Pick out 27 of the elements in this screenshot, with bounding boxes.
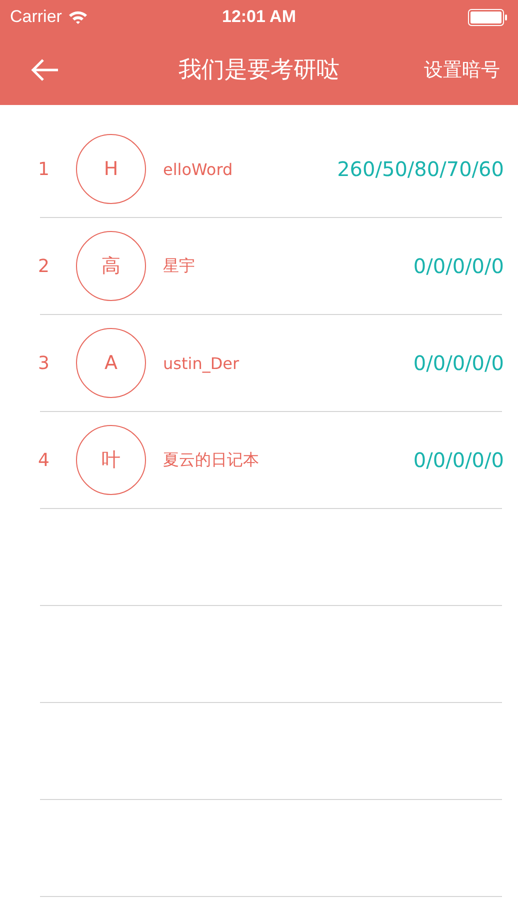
member-row[interactable]: 3 A ustin_Der 0/0/0/0/0 xyxy=(40,315,502,412)
member-row[interactable]: 4 叶 夏云的日记本 0/0/0/0/0 xyxy=(40,412,502,509)
rank-number: 2 xyxy=(38,256,50,276)
avatar-circle: A xyxy=(76,328,146,398)
score-list: 0/0/0/0/0 xyxy=(413,448,504,472)
back-arrow-icon[interactable] xyxy=(30,58,60,82)
avatar-circle: 叶 xyxy=(76,425,146,495)
member-name: elloWord xyxy=(163,160,233,178)
rank-number: 4 xyxy=(38,450,50,470)
member-name: 夏云的日记本 xyxy=(163,450,259,470)
member-row[interactable]: 2 高 星宇 0/0/0/0/0 xyxy=(40,218,502,315)
member-name: ustin_Der xyxy=(163,354,240,372)
rank-number: 1 xyxy=(38,158,50,180)
score-list: 260/50/80/70/60 xyxy=(337,157,504,181)
battery-icon xyxy=(468,8,508,26)
rank-number: 3 xyxy=(38,352,50,374)
score-list: 0/0/0/0/0 xyxy=(413,351,504,375)
avatar-circle: 高 xyxy=(76,231,146,301)
clock-time: 12:01 AM xyxy=(222,7,296,27)
set-code-button[interactable]: 设置暗号 xyxy=(424,56,500,82)
member-name: 星宇 xyxy=(163,256,195,276)
wifi-icon xyxy=(68,10,88,24)
page-title: 我们是要考研哒 xyxy=(178,56,340,85)
score-list: 0/0/0/0/0 xyxy=(413,254,504,278)
carrier-label: Carrier xyxy=(10,7,62,27)
member-row[interactable]: 1 H elloWord 260/50/80/70/60 xyxy=(40,121,502,218)
avatar-circle: H xyxy=(76,134,146,204)
